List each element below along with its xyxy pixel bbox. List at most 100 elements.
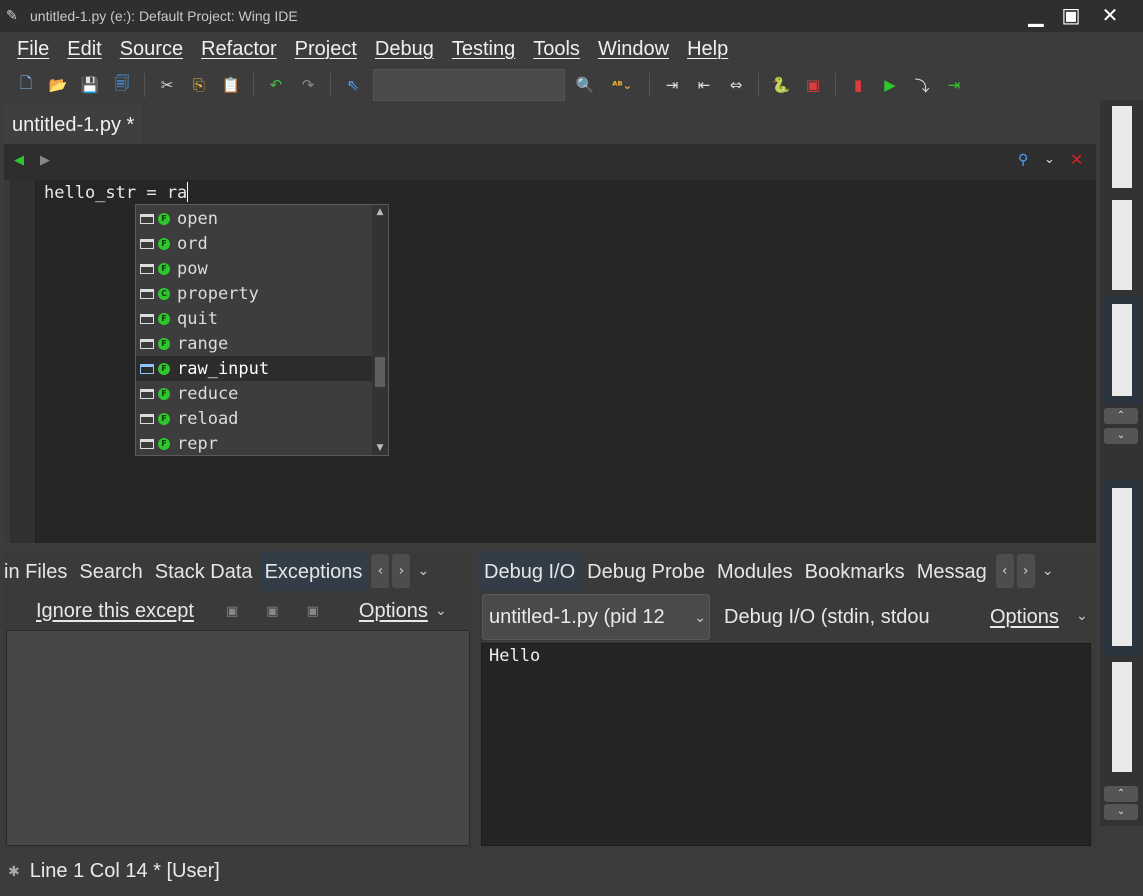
overview-up-icon[interactable]: ⌃ [1104, 408, 1138, 424]
undo-icon[interactable]: ↶ [264, 73, 288, 97]
forward-arrow-icon[interactable]: ▶ [40, 153, 50, 168]
tab-search[interactable]: Search [73, 551, 148, 591]
autocomplete-item[interactable]: Freduce [136, 381, 372, 406]
menu-help[interactable]: Help [678, 38, 737, 61]
tab-exceptions[interactable]: Exceptions [258, 551, 369, 591]
right-pane-tab-bar: Debug I/O Debug Probe Modules Bookmarks … [478, 551, 1096, 591]
step-over-icon[interactable]: ⇥ [942, 73, 966, 97]
debug-io-output[interactable]: Hello [481, 643, 1091, 846]
function-icon: F [158, 262, 170, 275]
menu-edit[interactable]: Edit [58, 38, 110, 61]
autocomplete-item[interactable]: Ford [136, 231, 372, 256]
autocomplete-item[interactable]: Frange [136, 331, 372, 356]
chevron-down-icon: ⌄ [694, 608, 706, 625]
tab-scroll-right-icon[interactable]: › [1016, 554, 1035, 588]
tab-modules[interactable]: Modules [711, 551, 799, 591]
scroll-up-icon[interactable]: ▲ [372, 205, 388, 219]
exception-action-icon[interactable]: ▣ [226, 604, 238, 619]
indent-toggle-icon[interactable]: ⇔ [724, 73, 748, 97]
tab-menu-chevron-icon[interactable]: ⌄ [414, 563, 432, 579]
editor-tab-untitled-1[interactable]: untitled-1.py * [4, 104, 143, 144]
builtin-module-icon [140, 238, 154, 249]
autocomplete-item[interactable]: Fopen [136, 206, 372, 231]
autocomplete-scrollbar[interactable]: ▲ ▼ [372, 205, 388, 455]
menu-debug[interactable]: Debug [366, 38, 443, 61]
process-select[interactable]: untitled-1.py (pid 12 ⌄ [482, 594, 710, 640]
tab-stack-data[interactable]: Stack Data [149, 551, 259, 591]
builtin-module-icon [140, 288, 154, 299]
exception-action-icon[interactable]: ▣ [266, 604, 278, 619]
maximize-icon[interactable]: ▣ [1053, 2, 1089, 30]
overview-up-icon[interactable]: ⌃ [1104, 786, 1138, 802]
code-line-1[interactable]: hello_str = ra [44, 181, 189, 205]
toolbar-separator [835, 73, 836, 97]
close-editor-icon[interactable]: ✕ [1070, 150, 1083, 169]
cut-icon[interactable]: ✂ [155, 73, 179, 97]
new-file-icon[interactable]: 🗋 [14, 73, 38, 97]
chevron-down-icon[interactable]: ⌄ [1076, 608, 1088, 624]
menu-window[interactable]: Window [589, 38, 678, 61]
minimize-icon[interactable]: ▁ [1018, 2, 1054, 30]
overview-block [1112, 488, 1132, 646]
ignore-exception-button[interactable]: Ignore this except [36, 600, 208, 623]
menu-tools[interactable]: Tools [524, 38, 589, 61]
menu-source[interactable]: Source [111, 38, 192, 61]
redo-icon[interactable]: ↷ [296, 73, 320, 97]
tab-scroll-left-icon[interactable]: ‹ [371, 554, 390, 588]
editor-options-icon[interactable]: ⚲ [1018, 152, 1028, 168]
tab-debug-io[interactable]: Debug I/O [478, 551, 582, 591]
autocomplete-item-selected[interactable]: Fraw_input [136, 356, 372, 381]
exceptions-options-button[interactable]: Options [359, 600, 428, 623]
autocomplete-item[interactable]: Freload [136, 406, 372, 431]
bug-icon: ✱ [8, 862, 20, 879]
autocomplete-item[interactable]: Cproperty [136, 281, 372, 306]
builtin-module-icon [140, 313, 154, 324]
debug-io-options-button[interactable]: Options [990, 606, 1059, 629]
step-into-icon[interactable]: ⤵ [910, 73, 934, 97]
autocomplete-item[interactable]: Fquit [136, 306, 372, 331]
editor-header: ◀ ▶ ⚲ ⌄ ✕ [4, 144, 1096, 180]
function-icon: F [158, 312, 170, 325]
tab-bookmarks[interactable]: Bookmarks [799, 551, 911, 591]
class-icon: C [158, 287, 170, 300]
indent-icon[interactable]: ⇥ [660, 73, 684, 97]
save-all-icon[interactable]: 🗐 [110, 73, 134, 97]
tab-messages[interactable]: Messag [911, 551, 993, 591]
scroll-thumb[interactable] [375, 357, 385, 387]
toolbar-search-input[interactable] [373, 69, 565, 101]
tab-search-in-files[interactable]: in Files [4, 551, 73, 591]
overview-down-icon[interactable]: ⌄ [1104, 428, 1138, 444]
menu-file[interactable]: File [8, 38, 58, 61]
close-icon[interactable]: ✕ [1092, 2, 1128, 30]
select-pointer-icon[interactable]: ⇖ [341, 73, 365, 97]
menu-testing[interactable]: Testing [443, 38, 524, 61]
pdf-icon[interactable]: ▣ [801, 73, 825, 97]
tab-menu-chevron-icon[interactable]: ⌄ [1039, 563, 1057, 579]
tab-scroll-left-icon[interactable]: ‹ [995, 554, 1014, 588]
tab-debug-probe[interactable]: Debug Probe [581, 551, 711, 591]
open-folder-icon[interactable]: 📂 [46, 73, 70, 97]
back-arrow-icon[interactable]: ◀ [14, 153, 24, 168]
search-icon[interactable]: 🔍 [573, 73, 597, 97]
scroll-down-icon[interactable]: ▼ [372, 441, 388, 455]
exception-action-icon[interactable]: ▣ [307, 604, 319, 619]
paste-icon[interactable]: 📋 [219, 73, 243, 97]
outdent-icon[interactable]: ⇤ [692, 73, 716, 97]
tab-scroll-right-icon[interactable]: › [392, 554, 411, 588]
chevron-down-icon[interactable]: ⌄ [1044, 152, 1055, 167]
save-icon[interactable]: 💾 [78, 73, 102, 97]
feather-icon: ✎ [6, 8, 18, 24]
autocomplete-item[interactable]: Frepr [136, 431, 372, 456]
run-debug-icon[interactable]: ▶ [878, 73, 902, 97]
copy-icon[interactable]: ⎘ [187, 73, 211, 97]
chevron-down-icon[interactable]: ⌄ [432, 603, 450, 619]
autocomplete-item[interactable]: Fpow [136, 256, 372, 281]
breakpoint-icon[interactable]: ▮ [846, 73, 870, 97]
spellcheck-icon[interactable]: ᴬᴮ⌄ [605, 73, 639, 97]
python-icon[interactable]: 🐍 [769, 73, 793, 97]
editor-overview-scrollbar[interactable]: ⌃ ⌄ ⌃ ⌄ [1100, 100, 1143, 826]
code-text: hello_str = ra [44, 183, 188, 203]
menu-project[interactable]: Project [286, 38, 366, 61]
overview-down-icon[interactable]: ⌄ [1104, 804, 1138, 820]
menu-refactor[interactable]: Refactor [192, 38, 286, 61]
